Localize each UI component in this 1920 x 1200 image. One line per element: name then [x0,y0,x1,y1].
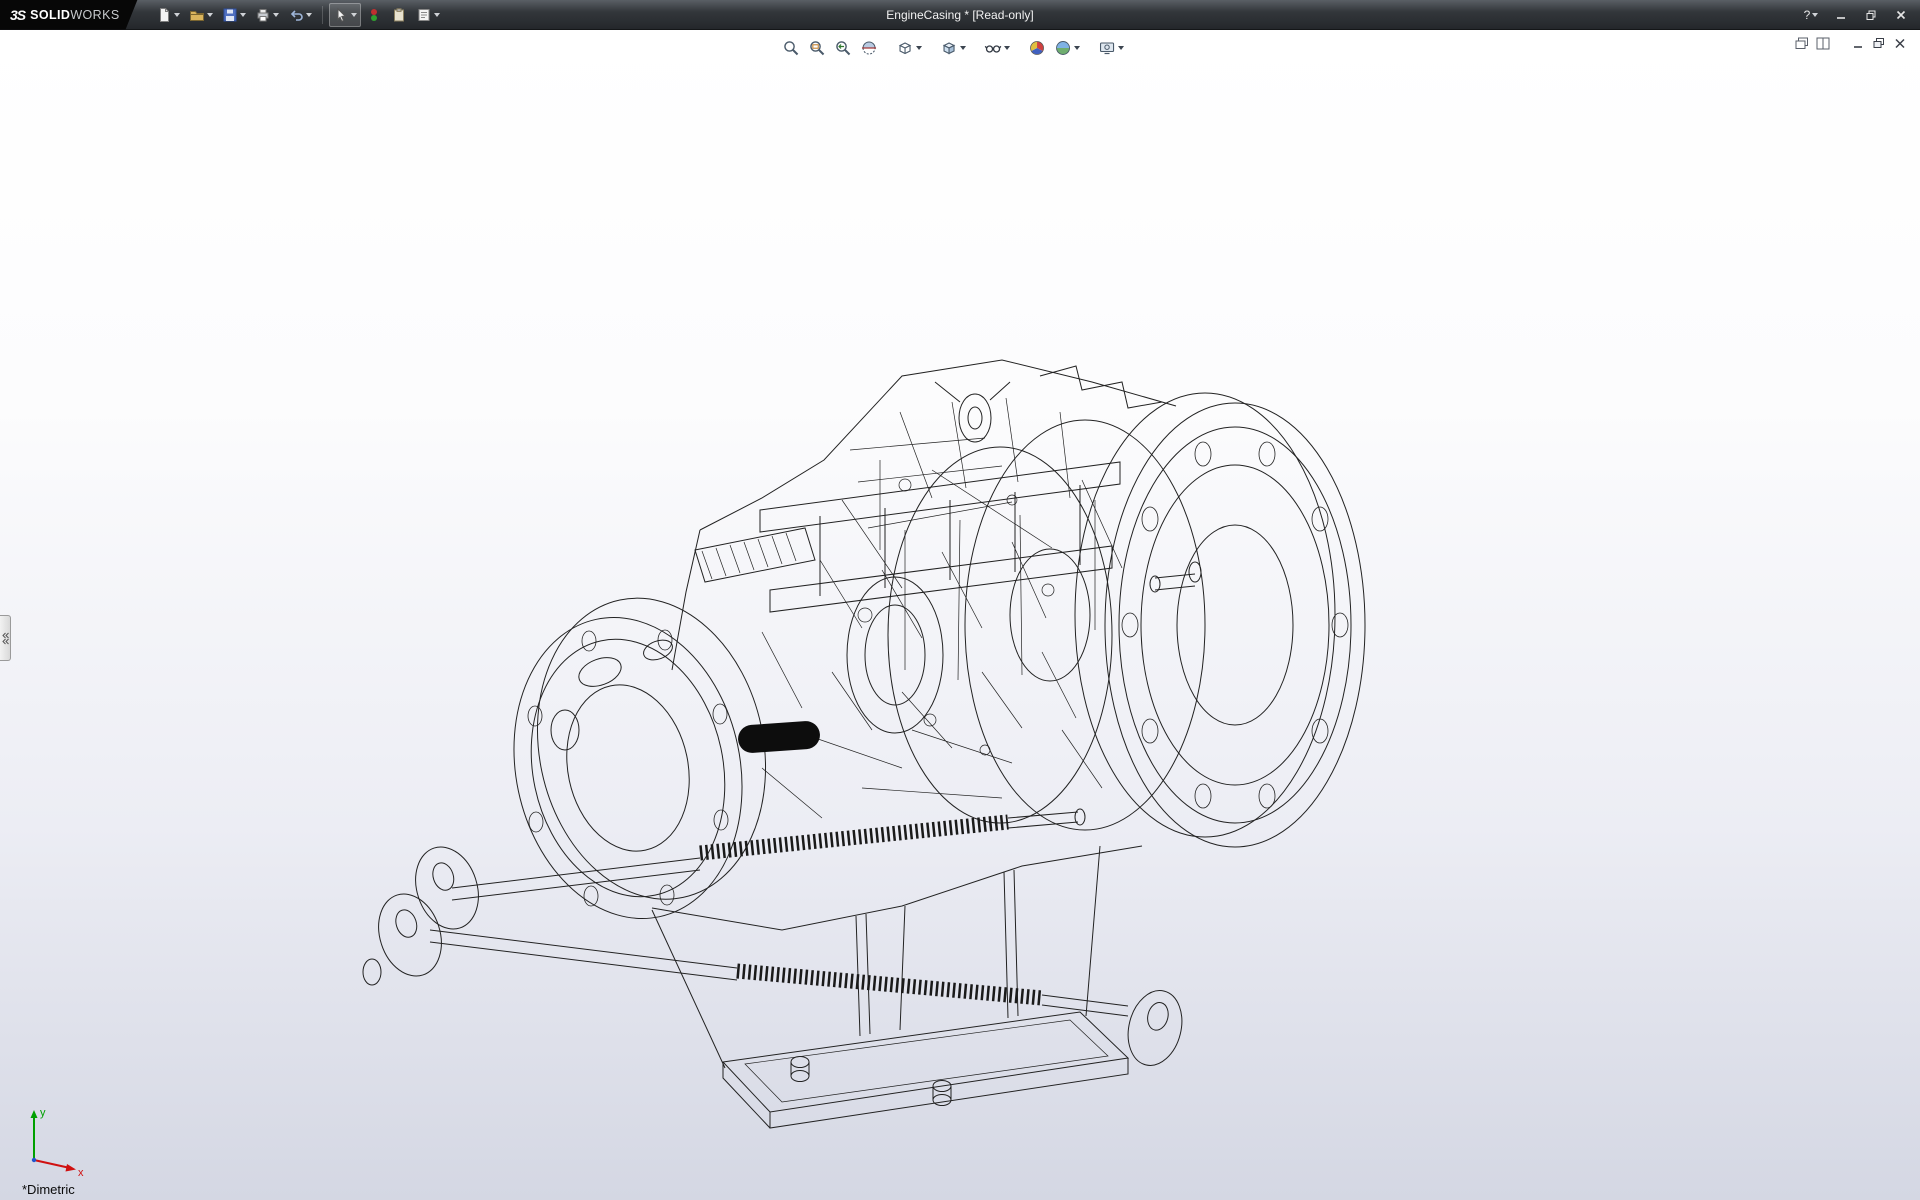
close-doc-icon [1893,37,1907,50]
view-orientation-button[interactable] [893,36,925,60]
zoom-to-fit-button[interactable] [779,36,803,60]
chevron-down-icon[interactable] [1074,46,1080,50]
zoom-to-fit-icon [782,39,800,57]
hide-show-items-button[interactable] [981,36,1013,60]
reference-triad: y x [18,1102,98,1180]
zoom-to-area-icon [808,39,826,57]
apply-scene-button[interactable] [1051,36,1083,60]
cascade-windows-button[interactable] [1793,35,1810,51]
engine-casing-wireframe[interactable] [0,30,1920,1200]
titlebar: 3S SOLIDWORKS [0,0,1920,30]
chevron-down-icon[interactable] [434,13,440,17]
double-chevron-left-icon [2,631,9,645]
tile-icon [1816,37,1830,50]
window-title: EngineCasing * [Read-only] [886,0,1033,30]
triad-y-label: y [40,1107,46,1119]
view-orientation-label: *Dimetric [22,1182,75,1197]
chevron-down-icon[interactable] [306,13,312,17]
view-settings-icon [1098,39,1116,57]
document-window-controls [1793,35,1908,51]
cascade-icon [1795,37,1809,50]
view-orientation-icon [896,39,914,57]
new-document-button[interactable] [152,3,184,27]
document-properties-button[interactable] [412,3,444,27]
save-button[interactable] [218,3,250,27]
spring-lower [737,971,1042,998]
tile-windows-button[interactable] [1814,35,1831,51]
color-toggle-icon [366,7,382,23]
display-style-icon [940,39,958,57]
select-button[interactable] [329,3,361,27]
minimize-document-button[interactable] [1849,35,1866,51]
minimize-doc-icon [1851,37,1865,50]
chevron-down-icon[interactable] [1812,13,1818,17]
solidworks-window: 3S SOLIDWORKS [0,0,1920,1200]
apply-scene-icon [1054,39,1072,57]
help-label: ? [1804,8,1811,22]
dowel-pin-solid [737,720,821,754]
view-settings-button[interactable] [1095,36,1127,60]
chevron-down-icon[interactable] [351,13,357,17]
graphics-area[interactable]: y x *Dimetric [0,30,1920,1200]
minimize-icon [1835,9,1847,21]
chevron-down-icon[interactable] [240,13,246,17]
color-toggle-button[interactable] [362,3,386,27]
clipboard-button[interactable] [387,3,411,27]
restore-doc-icon [1872,37,1886,50]
main-toolbar [152,3,444,27]
previous-view-button[interactable] [831,36,855,60]
chevron-down-icon[interactable] [1118,46,1124,50]
solidworks-logo-text: SOLIDWORKS [30,8,119,22]
chevron-down-icon[interactable] [916,46,922,50]
panel-collapse-tab[interactable] [0,615,11,661]
display-style-button[interactable] [937,36,969,60]
print-icon [255,7,271,23]
previous-view-icon [834,39,852,57]
undo-icon [288,7,304,23]
clipboard-icon [391,7,407,23]
restore-button[interactable] [1858,5,1884,25]
triad-x-label: x [78,1167,84,1179]
edit-appearance-button[interactable] [1025,36,1049,60]
new-document-icon [156,7,172,23]
save-icon [222,7,238,23]
chevron-down-icon[interactable] [960,46,966,50]
minimize-button[interactable] [1828,5,1854,25]
window-controls: ? [1798,0,1914,30]
close-icon [1895,9,1907,21]
section-view-button[interactable] [857,36,881,60]
print-button[interactable] [251,3,283,27]
chevron-down-icon[interactable] [1004,46,1010,50]
solidworks-logo: 3S SOLIDWORKS [0,0,138,30]
restore-document-button[interactable] [1870,35,1887,51]
chevron-down-icon[interactable] [273,13,279,17]
restore-icon [1865,9,1877,21]
undo-button[interactable] [284,3,316,27]
document-properties-icon [416,7,432,23]
zoom-to-area-button[interactable] [805,36,829,60]
close-button[interactable] [1888,5,1914,25]
edit-appearance-icon [1028,39,1046,57]
hide-show-items-icon [984,39,1002,57]
select-cursor-icon [333,7,349,23]
toolbar-separator [322,6,323,24]
chevron-down-icon[interactable] [207,13,213,17]
open-button[interactable] [185,3,217,27]
open-folder-icon [189,7,205,23]
section-view-icon [860,39,878,57]
chevron-down-icon[interactable] [174,13,180,17]
heads-up-view-toolbar [779,36,1127,60]
close-document-button[interactable] [1891,35,1908,51]
help-button[interactable]: ? [1798,5,1824,25]
3ds-logo-mark: 3S [10,7,25,23]
spring-upper [700,822,1008,853]
